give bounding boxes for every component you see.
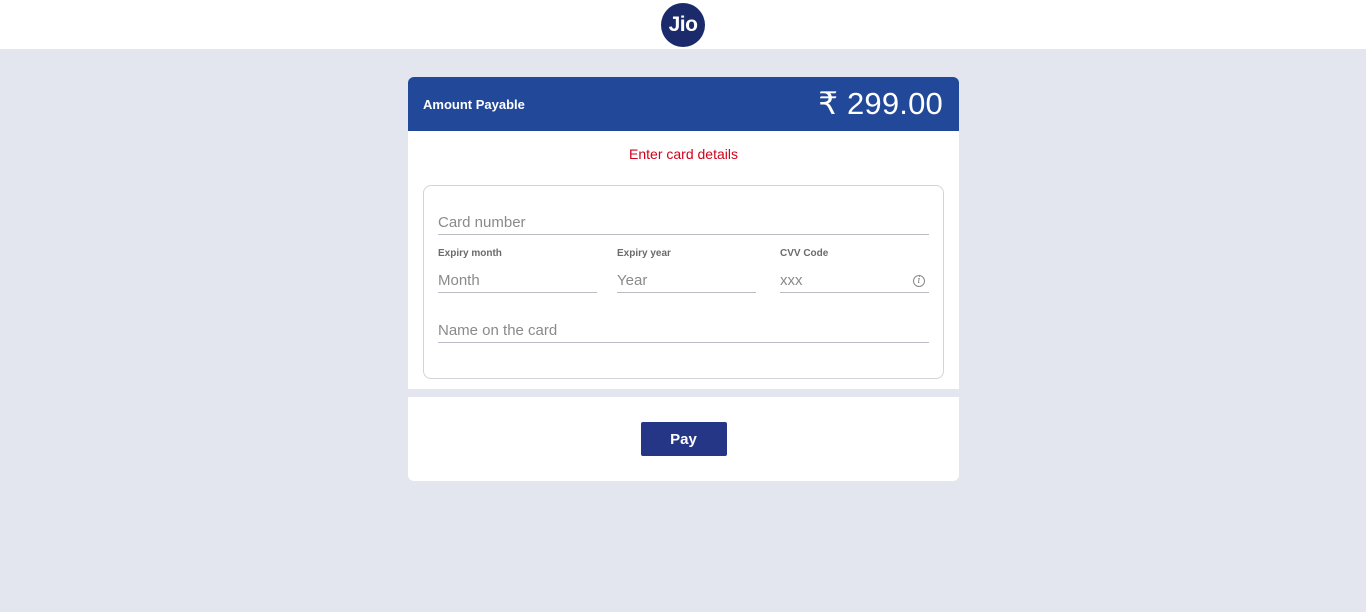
amount-label: Amount Payable bbox=[423, 96, 525, 112]
amount-value: ₹ 299.00 bbox=[818, 86, 943, 121]
expiry-year-placeholder: Year bbox=[617, 272, 648, 289]
card-number-field[interactable]: Card number bbox=[438, 210, 929, 235]
amount-header: Amount Payable ₹ 299.00 bbox=[408, 77, 959, 131]
expiry-year-field[interactable]: Year bbox=[617, 268, 756, 293]
expiry-month-placeholder: Month bbox=[438, 272, 480, 289]
cvv-field[interactable]: xxx i bbox=[780, 268, 929, 293]
expiry-month-label: Expiry month bbox=[438, 248, 502, 259]
expiry-month-field[interactable]: Month bbox=[438, 268, 597, 293]
card-form-panel: Enter card details Card number Expiry mo… bbox=[408, 131, 959, 389]
pay-panel: Pay bbox=[408, 397, 959, 481]
card-number-placeholder: Card number bbox=[438, 214, 526, 231]
jio-logo[interactable]: Jio bbox=[661, 3, 705, 47]
name-on-card-field[interactable]: Name on the card bbox=[438, 318, 929, 343]
info-icon[interactable]: i bbox=[913, 275, 925, 287]
instruction-text: Enter card details bbox=[629, 146, 738, 162]
pay-button[interactable]: Pay bbox=[640, 422, 727, 456]
cvv-placeholder: xxx bbox=[780, 272, 803, 289]
top-bar: Jio bbox=[0, 0, 1366, 49]
card-fields-box: Card number Expiry month Month Expiry ye… bbox=[423, 185, 944, 379]
name-on-card-placeholder: Name on the card bbox=[438, 322, 558, 339]
expiry-year-label: Expiry year bbox=[617, 248, 671, 259]
cvv-label: CVV Code bbox=[780, 248, 829, 259]
payment-card: Amount Payable ₹ 299.00 Enter card detai… bbox=[408, 77, 959, 481]
